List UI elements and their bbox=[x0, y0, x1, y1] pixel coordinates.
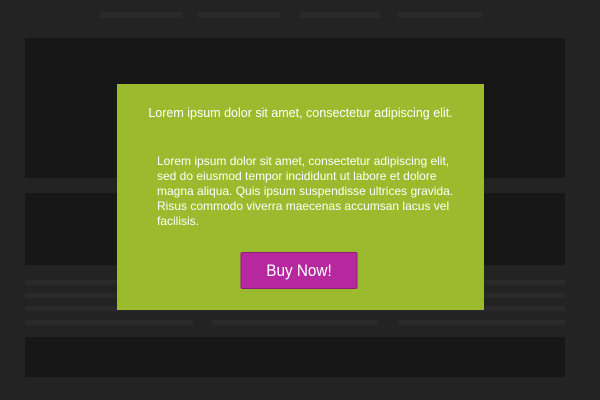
promo-modal: Lorem ipsum dolor sit amet, consectetur … bbox=[117, 84, 484, 310]
modal-headline: Lorem ipsum dolor sit amet, consectetur … bbox=[148, 106, 453, 120]
buy-now-button[interactable]: Buy Now! bbox=[240, 252, 358, 289]
modal-body-text: Lorem ipsum dolor sit amet, consectetur … bbox=[157, 154, 454, 228]
